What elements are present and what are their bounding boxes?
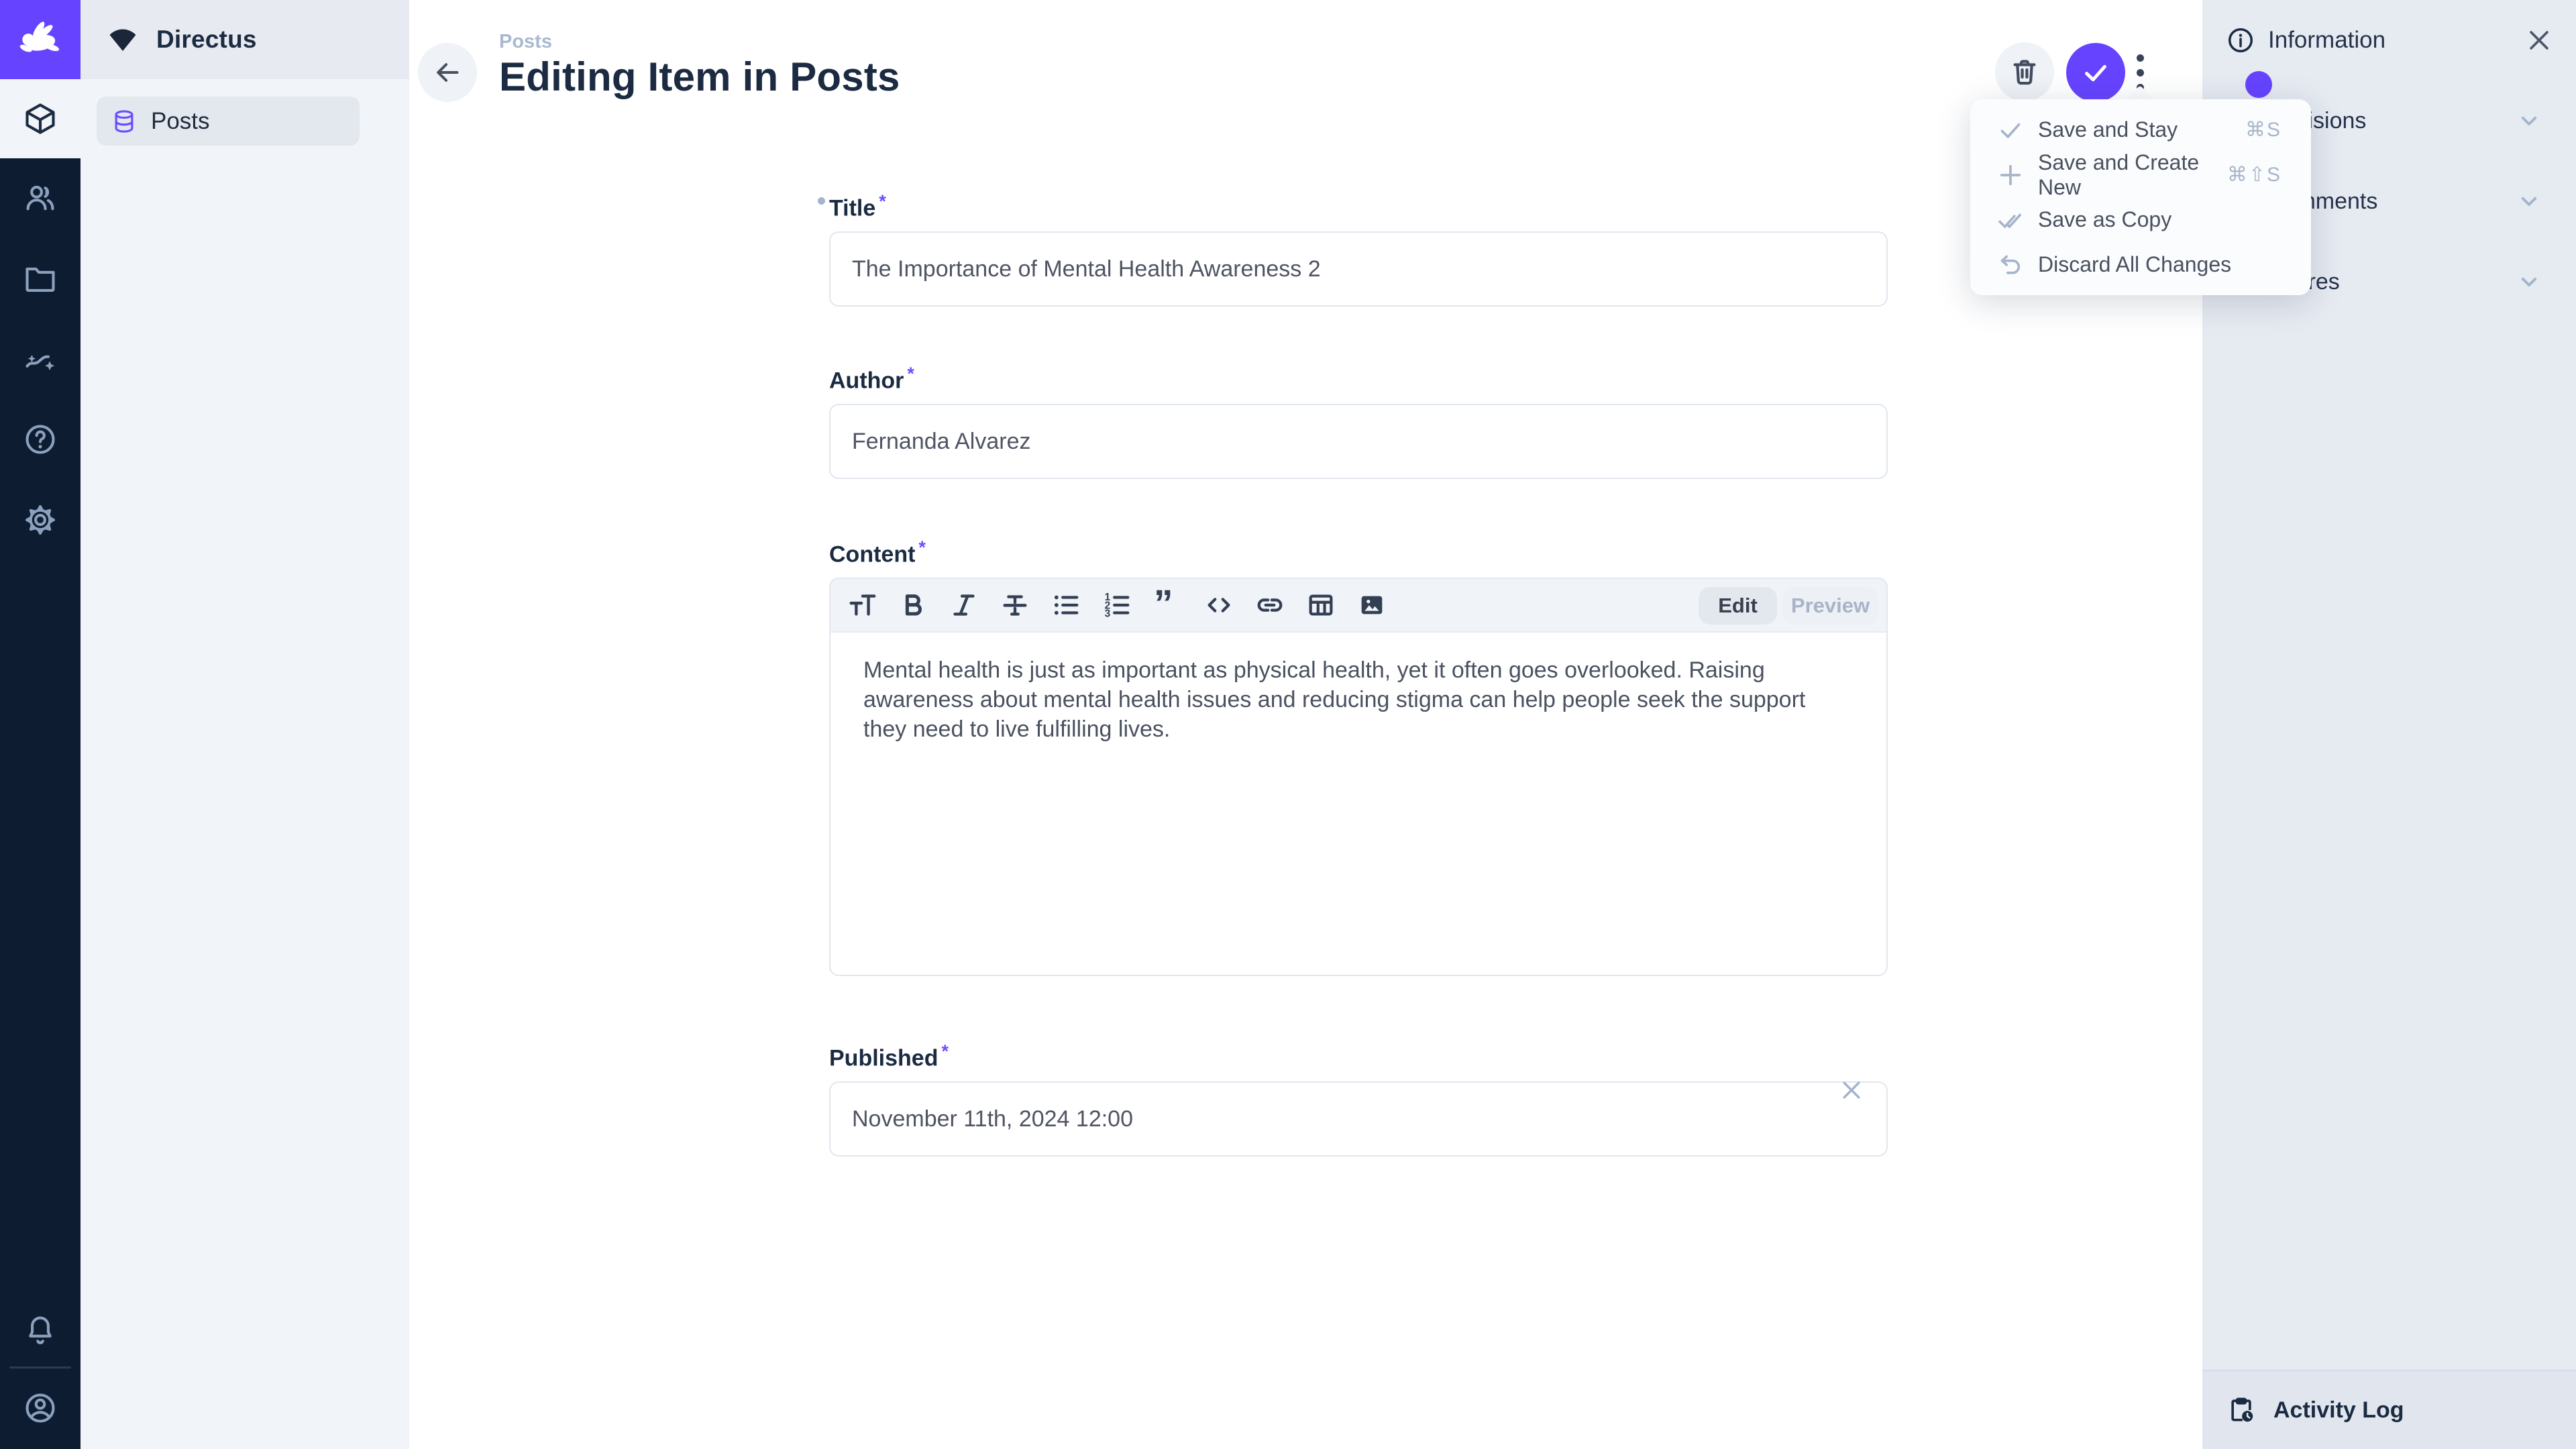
purple-indicator-dot	[2245, 71, 2272, 98]
gear-icon	[23, 502, 58, 537]
account-icon	[23, 1391, 58, 1426]
bold-button[interactable]	[898, 590, 928, 621]
image-button[interactable]	[1356, 590, 1387, 621]
menu-item-save-and-create-new[interactable]: Save and Create New ⌘⇧S	[1970, 152, 2311, 197]
menu-item-save-and-stay[interactable]: Save and Stay ⌘S	[1970, 107, 2311, 152]
numbered-list-button[interactable]: 123	[1102, 590, 1132, 621]
module-insights[interactable]	[0, 319, 80, 398]
activity-log-icon	[2226, 1395, 2256, 1426]
activity-log-button[interactable]: Activity Log	[2202, 1370, 2576, 1449]
page-title: Editing Item in Posts	[499, 54, 900, 100]
content-label: Content*	[829, 533, 1888, 562]
field-content: Content* 123	[829, 533, 1888, 976]
svg-text:”: ”	[1154, 590, 1173, 621]
published-input[interactable]	[829, 1081, 1888, 1157]
kebab-menu-icon	[2137, 54, 2144, 62]
project-name: Directus	[156, 25, 257, 54]
close-icon	[1838, 1077, 1865, 1104]
directus-logo[interactable]	[0, 0, 80, 79]
delete-button[interactable]	[1995, 42, 2054, 101]
module-user-directory[interactable]	[0, 158, 80, 237]
nav-item-posts[interactable]: Posts	[97, 97, 360, 146]
table-button[interactable]	[1305, 590, 1336, 621]
help-icon	[23, 422, 58, 457]
breadcrumb[interactable]: Posts	[499, 31, 552, 53]
navigation-sidebar: Directus Posts	[80, 0, 409, 1449]
check-icon	[2080, 57, 2111, 88]
module-help[interactable]	[0, 400, 80, 479]
arrow-left-icon	[432, 57, 463, 88]
save-button[interactable]	[2066, 43, 2125, 102]
published-label: Published*	[829, 1036, 1888, 1066]
nav-item-label: Posts	[151, 108, 210, 135]
box-icon	[23, 101, 58, 136]
required-mark: *	[941, 1041, 949, 1061]
folder-icon	[23, 261, 58, 296]
shortcut-hint: ⌘⇧S	[2227, 163, 2282, 186]
bulleted-list-button[interactable]	[1051, 590, 1081, 621]
author-input[interactable]	[829, 404, 1888, 479]
menu-item-discard-all-changes[interactable]: Discard All Changes	[1970, 242, 2311, 287]
required-mark: *	[879, 191, 886, 211]
field-author: Author*	[829, 359, 1888, 479]
sidebar-section-information[interactable]: Information	[2202, 0, 2576, 80]
strikethrough-button[interactable]	[1000, 590, 1030, 621]
chevron-down-icon	[2516, 188, 2542, 215]
activity-log-label: Activity Log	[2273, 1397, 2404, 1424]
module-content[interactable]	[0, 79, 80, 158]
blockquote-button[interactable]: ”	[1152, 590, 1183, 621]
bell-icon	[23, 1313, 58, 1348]
title-label: Title*	[829, 186, 1888, 216]
code-button[interactable]	[1203, 590, 1234, 621]
module-file-library[interactable]	[0, 239, 80, 318]
sidebar-title: Information	[2268, 27, 2385, 54]
check-icon	[1997, 117, 2024, 144]
shortcut-hint: ⌘S	[2245, 118, 2282, 142]
save-options-menu: Save and Stay ⌘S Save and Create New ⌘⇧S…	[1970, 99, 2311, 295]
account-button[interactable]	[0, 1368, 80, 1448]
required-mark: *	[918, 537, 926, 557]
field-published: Published*	[829, 1036, 1888, 1157]
trash-icon	[2009, 56, 2040, 87]
clear-date-button[interactable]	[1838, 1077, 1865, 1104]
module-bar	[0, 0, 80, 1449]
double-check-icon	[1997, 207, 2024, 233]
italic-button[interactable]	[949, 590, 979, 621]
text-size-button[interactable]	[847, 590, 877, 621]
editor-toolbar: 123 ” Edit Preview	[830, 579, 1886, 633]
chevron-down-icon	[2516, 268, 2542, 295]
undo-icon	[1997, 252, 2024, 278]
back-button[interactable]	[418, 43, 477, 102]
notifications-button[interactable]	[0, 1291, 80, 1370]
author-label: Author*	[829, 359, 1888, 388]
markdown-editor: 123 ” Edit Preview	[829, 578, 1888, 976]
field-title: Title*	[829, 186, 1888, 307]
content-textarea[interactable]: Mental health is just as important as ph…	[830, 633, 1886, 744]
title-input[interactable]	[829, 231, 1888, 307]
close-icon	[2524, 25, 2554, 55]
tab-preview[interactable]: Preview	[1782, 587, 1878, 625]
module-settings[interactable]	[0, 480, 80, 559]
close-sidebar-button[interactable]	[2524, 25, 2554, 55]
main-content: Posts Editing Item in Posts Title* Autho…	[409, 0, 2202, 1449]
menu-item-save-as-copy[interactable]: Save as Copy	[1970, 197, 2311, 242]
tab-edit[interactable]: Edit	[1699, 587, 1777, 625]
project-header[interactable]: Directus	[80, 0, 409, 79]
database-icon	[111, 109, 137, 134]
svg-text:3: 3	[1105, 608, 1111, 620]
rabbit-logo-icon	[15, 14, 66, 65]
insights-icon	[23, 341, 58, 376]
editor-mode-tabs: Edit Preview	[1699, 587, 1878, 625]
required-mark: *	[907, 364, 914, 384]
link-button[interactable]	[1254, 590, 1285, 621]
chevron-down-icon	[2516, 107, 2542, 134]
plus-icon	[1997, 162, 2024, 189]
users-icon	[23, 180, 58, 215]
project-logo-icon	[107, 27, 139, 52]
edited-indicator-dot	[818, 197, 825, 205]
info-icon	[2226, 26, 2255, 54]
